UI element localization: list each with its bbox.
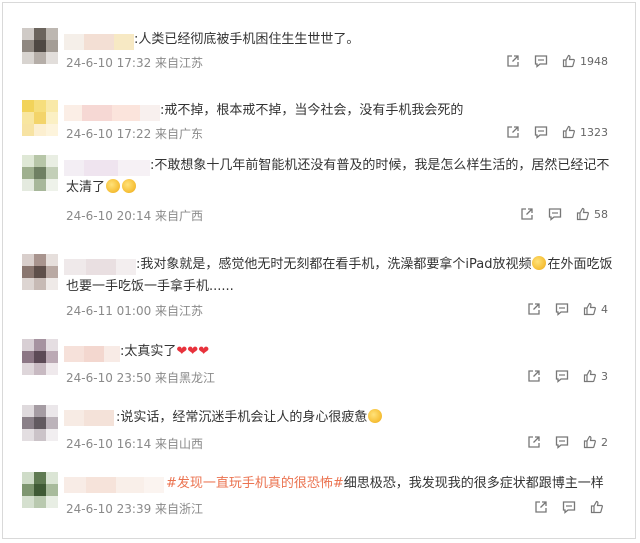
share-icon [507,55,519,67]
comment-actions: 1323 [506,125,608,139]
share-icon [528,436,540,448]
emoji-icon [368,409,383,423]
share-button[interactable] [527,435,541,449]
share-button[interactable] [506,125,520,139]
share-button[interactable] [506,54,520,68]
username-blurred[interactable] [64,160,150,176]
emoji-icon [122,179,137,193]
share-icon [507,126,519,138]
comment-icon [562,501,576,514]
reply-button[interactable] [562,500,576,514]
comment-meta: 24-6-10 20:14 来自广西 [66,209,204,223]
like-count: 2 [601,435,608,449]
comment-meta: 24-6-10 16:14 来自山西 [66,437,204,451]
heart-icon: ❤ [198,344,210,359]
share-icon [521,208,533,220]
comment-text: :人类已经彻底被手机困住生生世世了。 [134,32,360,47]
reply-button[interactable] [534,125,548,139]
comment-text: :我对象就是，感觉他无时无刻都在看手机，洗澡都要拿个iPad放视频 在外面吃饭 [136,256,613,272]
avatar[interactable] [22,100,58,136]
username-blurred[interactable] [64,346,120,362]
like-button[interactable]: 4 [583,302,608,316]
reply-button[interactable] [555,435,569,449]
like-count: 1323 [580,125,608,139]
avatar[interactable] [22,472,58,508]
comment-text-line2: 也要一手吃饭一手拿手机...... [66,279,234,294]
share-button[interactable] [520,207,534,221]
reply-button[interactable] [555,369,569,383]
comment-text: #发现一直玩手机真的很恐怖#细思极恐，我发现我的很多症状都跟博主一样 [166,476,604,491]
username-blurred[interactable] [64,477,164,493]
avatar[interactable] [22,155,58,191]
comment-actions: 3 [527,369,608,383]
share-icon [528,303,540,315]
like-button[interactable]: 3 [583,369,608,383]
comment-icon [534,55,548,68]
comment-actions: 58 [520,207,608,221]
reply-button[interactable] [534,54,548,68]
like-button[interactable] [590,500,608,514]
like-count: 58 [594,207,608,221]
thumbs-up-icon [583,302,596,316]
comment-text-line2: 太清了 [66,178,137,198]
username-blurred[interactable] [64,259,136,275]
comment-actions [534,500,608,514]
comment-icon [534,126,548,139]
comment-icon [555,436,569,449]
username-blurred[interactable] [64,410,114,426]
like-button[interactable]: 2 [583,435,608,449]
comment-text: :太真实了❤❤❤ [120,344,210,359]
comment-actions: 1948 [506,54,608,68]
thumbs-up-icon [583,435,596,449]
share-icon [535,501,547,513]
comment-text: :说实话，经常沉迷手机会让人的身心很疲惫 [116,408,383,428]
like-button[interactable]: 1948 [562,54,608,68]
share-button[interactable] [527,302,541,316]
username-blurred[interactable] [64,105,160,121]
avatar[interactable] [22,28,58,64]
emoji-icon [106,179,121,193]
comment-meta: 24-6-10 17:22 来自广东 [66,127,204,141]
reply-button[interactable] [548,207,562,221]
comment-text: :不敢想象十几年前智能机还没有普及的时候，我是怎么样生活的，居然已经记不 [150,158,610,173]
comment-icon [548,208,562,221]
like-button[interactable]: 1323 [562,125,608,139]
reply-button[interactable] [555,302,569,316]
avatar[interactable] [22,339,58,375]
username-blurred[interactable] [64,34,134,50]
avatar[interactable] [22,405,58,441]
comment-meta: 24-6-10 23:50 来自黑龙江 [66,371,216,385]
comment-text: :戒不掉，根本戒不掉，当今社会，没有手机我会死的 [160,103,464,118]
like-count: 3 [601,369,608,383]
comment-actions: 4 [527,302,608,316]
comment-meta: 24-6-11 01:00 来自江苏 [66,304,204,318]
topic-link[interactable]: #发现一直玩手机真的很恐怖# [166,476,344,491]
avatar[interactable] [22,254,58,290]
comment-icon [555,303,569,316]
like-count: 1948 [580,54,608,68]
thumbs-up-icon [576,207,589,221]
comment-icon [555,370,569,383]
heart-icon: ❤ [187,344,199,359]
share-button[interactable] [534,500,548,514]
thumbs-up-icon [583,369,596,383]
emoji-icon [532,256,547,270]
thumbs-up-icon [590,500,603,514]
heart-icon: ❤ [176,344,188,359]
like-button[interactable]: 58 [576,207,608,221]
share-icon [528,370,540,382]
thumbs-up-icon [562,54,575,68]
share-button[interactable] [527,369,541,383]
comment-actions: 2 [527,435,608,449]
like-count: 4 [601,302,608,316]
thumbs-up-icon [562,125,575,139]
comment-meta: 24-6-10 17:32 来自江苏 [66,56,204,70]
comment-meta: 24-6-10 23:39 来自浙江 [66,502,204,516]
